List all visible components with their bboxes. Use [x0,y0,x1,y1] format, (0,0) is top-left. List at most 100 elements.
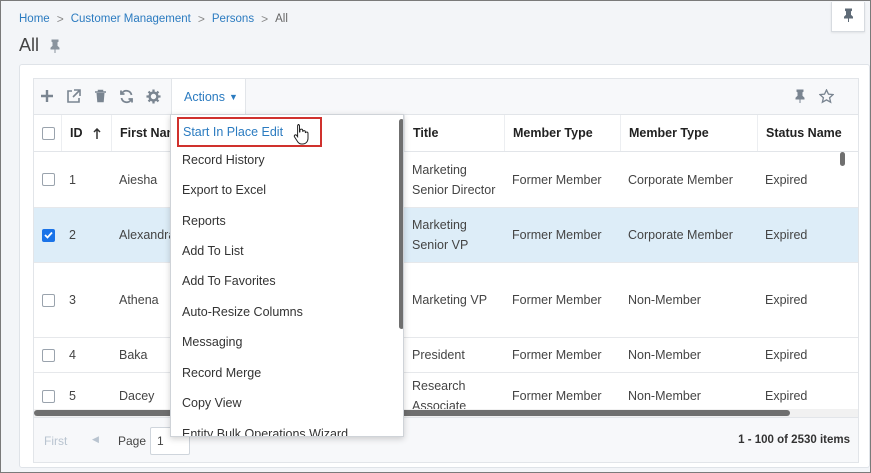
column-header-member-type[interactable]: Member Type [504,115,620,151]
page-title-container: All [19,35,61,56]
row-select-cell [34,208,61,262]
cell-title: Marketing VP [412,293,488,307]
caret-down-icon: ▼ [229,92,238,102]
grid-header: ID First Name Title Member Type Member T… [34,115,858,152]
cell-member-type-2: Corporate Member [628,172,733,187]
menu-item-reports[interactable]: Reports [171,206,397,236]
menu-item-add-to-favorites[interactable]: Add To Favorites [171,266,397,296]
menu-item-copy-view[interactable]: Copy View [171,388,397,418]
first-page-button[interactable]: First [44,434,67,448]
cell-title-line: Senior Director [412,182,496,197]
page-title: All [19,35,40,55]
row-checkbox[interactable] [42,293,55,307]
column-header-label: Member Type [513,126,593,140]
horizontal-scrollbar-thumb[interactable] [34,410,790,416]
table-row[interactable]: 2 Alexandra Marketing Senior VP Former M… [34,208,858,263]
cell-member-type: Former Member [512,293,602,307]
grid-toolbar: Actions ▼ [34,79,858,115]
cell-member-type-2: Corporate Member [628,228,733,242]
content-card: Actions ▼ ID First Name [19,64,870,468]
column-header-label: First Name [120,126,171,140]
breadcrumb-persons[interactable]: Persons [212,13,254,25]
table-row[interactable]: 1 Aiesha Marketing Senior Director Forme… [34,152,858,208]
column-header-title[interactable]: Title [404,115,504,151]
row-checkbox[interactable] [42,228,55,242]
actions-menu: Start In Place Edit Record History Expor… [170,114,404,437]
menu-item-messaging[interactable]: Messaging [171,327,397,357]
cell-member-type: Former Member [512,348,602,362]
breadcrumb-home[interactable]: Home [19,13,50,25]
star-icon[interactable] [818,88,834,104]
grid-pager: First ◀ Page 1 1 - 100 of 2530 items [34,417,858,462]
cell-title: President [412,348,465,362]
horizontal-scrollbar[interactable] [34,409,858,417]
hand-cursor-icon [293,123,309,145]
breadcrumb-separator: > [197,12,205,26]
cell-title-line: Marketing [412,218,467,232]
pin-icon[interactable] [792,88,808,104]
cell-status: Expired [765,228,808,242]
menu-item-record-merge[interactable]: Record Merge [171,358,397,388]
cell-title-line: Senior VP [412,238,469,252]
column-header-status-name[interactable]: Status Name [757,115,858,151]
breadcrumb-separator: > [261,12,269,26]
prev-page-icon[interactable]: ◀ [92,434,99,445]
row-checkbox[interactable] [42,389,55,403]
cell-title: Marketing Senior Director [404,152,504,207]
cell-id: 2 [69,228,76,242]
pin-page-button[interactable] [831,2,865,32]
menu-item-entity-bulk-operations-wizard[interactable]: Entity Bulk Operations Wizard [171,419,397,436]
column-header-first-name[interactable]: First Name [111,115,171,151]
trash-icon[interactable] [92,88,108,104]
item-count: 1 - 100 of 2530 items [738,434,850,446]
page-label: Page [118,434,147,448]
row-checkbox[interactable] [42,348,55,362]
cell-member-type: Former Member [512,172,602,187]
cell-title-line: Research [412,379,466,393]
cell-first-name: Aiesha [119,172,158,187]
external-link-icon[interactable] [65,88,81,104]
persons-grid: Actions ▼ ID First Name [33,78,859,463]
checkmark-icon [44,231,53,239]
cell-member-type-2: Non-Member [628,293,701,307]
menu-item-record-history[interactable]: Record History [171,145,397,175]
select-all-checkbox[interactable] [42,126,55,140]
cell-member-type-2: Non-Member [628,348,701,362]
actions-dropdown-button[interactable]: Actions ▼ [171,79,246,115]
column-header-id[interactable]: ID [61,115,111,151]
menu-scrollbar[interactable] [399,119,403,329]
cell-id: 1 [69,172,76,187]
column-header-member-type-2[interactable]: Member Type [620,115,757,151]
cell-first-name: Alexandra [119,228,171,242]
column-header-label: ID [70,126,83,140]
row-select-cell [34,263,61,337]
menu-item-export-to-excel[interactable]: Export to Excel [171,175,397,205]
cell-member-type: Former Member [512,228,602,242]
column-header-label: Title [413,126,439,140]
add-icon[interactable] [39,88,55,104]
cell-id: 4 [69,348,76,362]
table-row[interactable]: 3 Athena Marketing VP Former Member Non-… [34,263,858,338]
cell-first-name: Baka [119,348,148,362]
table-row[interactable]: 4 Baka President Former Member Non-Membe… [34,338,858,373]
cell-title: Marketing Senior VP [404,208,504,262]
cell-first-name: Athena [119,293,159,307]
cell-status: Expired [765,348,808,362]
row-checkbox[interactable] [42,173,55,186]
pin-icon[interactable] [49,39,61,53]
row-select-cell [34,152,61,207]
cell-title-line: Marketing [412,162,467,177]
breadcrumb-customer-management[interactable]: Customer Management [71,13,191,25]
refresh-icon[interactable] [118,88,134,104]
breadcrumb-current: All [275,13,288,25]
menu-item-add-to-list[interactable]: Add To List [171,236,397,266]
gear-icon[interactable] [145,88,161,104]
menu-item-auto-resize-columns[interactable]: Auto-Resize Columns [171,297,397,327]
cell-status: Expired [765,293,808,307]
column-header-label: Member Type [629,126,709,140]
row-select-cell [34,338,61,372]
column-header-label: Status Name [766,126,842,140]
breadcrumb: Home > Customer Management > Persons > A… [19,12,288,26]
vertical-scrollbar[interactable] [840,152,845,166]
select-all-cell [34,115,61,151]
